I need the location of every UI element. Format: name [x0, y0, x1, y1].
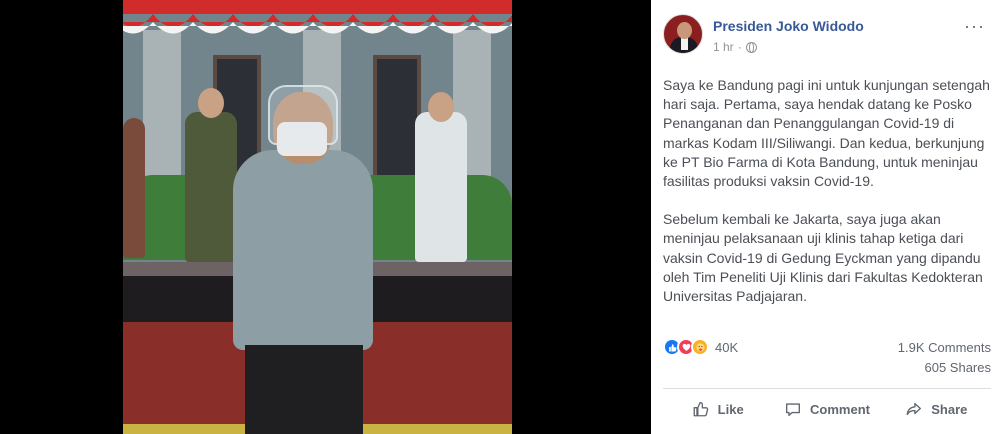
reaction-summary[interactable]: 40K [663, 338, 738, 356]
post-header: Presiden Joko Widodo 1 hr · ··· [663, 14, 993, 58]
photo-officer [123, 118, 145, 258]
comment-label: Comment [810, 401, 870, 417]
action-bar: Like Comment Share [663, 392, 991, 426]
avatar-shirt [681, 38, 688, 50]
share-label: Share [931, 401, 968, 417]
photo-guard [415, 112, 467, 262]
post-time[interactable]: 1 hr [713, 40, 734, 54]
meta-separator: · [737, 40, 742, 54]
share-button[interactable]: Share [882, 392, 991, 426]
photo-soldier [185, 112, 237, 262]
photo-face-shield [268, 85, 338, 145]
flag-bunting [123, 0, 512, 34]
care-reaction-icon [691, 338, 709, 356]
like-button[interactable]: Like [663, 392, 772, 426]
avatar-face [677, 22, 692, 39]
more-options-icon[interactable]: ··· [964, 16, 985, 37]
thumbs-up-icon [693, 401, 708, 417]
action-divider [663, 388, 991, 389]
post-paragraph: Sebelum kembali ke Jakarta, saya juga ak… [663, 211, 983, 305]
photo-guard-head [428, 92, 454, 122]
reaction-count: 40K [715, 339, 739, 355]
photo-person [233, 150, 373, 350]
comments-count[interactable]: 1.9K Comments [898, 340, 991, 355]
post-panel: Presiden Joko Widodo 1 hr · ··· Saya ke … [651, 0, 1000, 434]
photo-soldier-head [198, 88, 224, 118]
comment-button[interactable]: Comment [772, 392, 881, 426]
post-meta: 1 hr · [713, 40, 757, 54]
shares-count[interactable]: 605 Shares [925, 360, 992, 375]
author-name[interactable]: Presiden Joko Widodo [713, 18, 864, 34]
photo-person-pants [245, 345, 363, 434]
avatar[interactable] [663, 14, 703, 54]
globe-icon[interactable] [745, 41, 757, 53]
post-stats: 40K 1.9K Comments 605 Shares [663, 336, 991, 378]
post-photo[interactable] [123, 0, 512, 434]
comment-bubble-icon [786, 403, 800, 416]
post-content: Saya ke Bandung pagi ini untuk kunjungan… [663, 76, 993, 325]
share-arrow-icon [906, 402, 922, 416]
like-label: Like [717, 401, 744, 417]
post-paragraph: Saya ke Bandung pagi ini untuk kunjungan… [663, 77, 990, 190]
